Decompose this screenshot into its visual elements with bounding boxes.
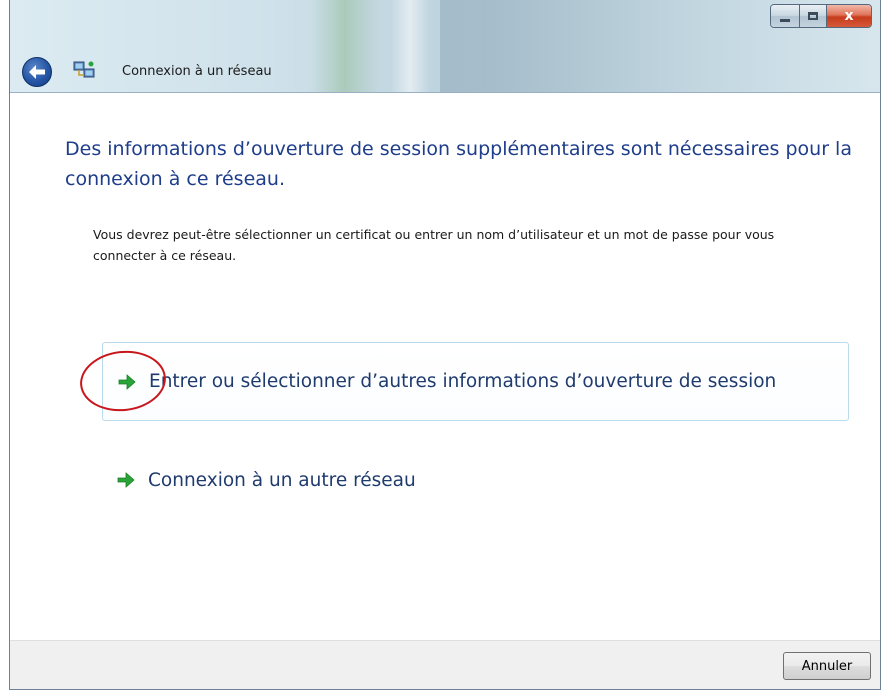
window-controls: x <box>770 4 872 28</box>
option-label: Connexion à un autre réseau <box>148 469 416 491</box>
minimize-button[interactable] <box>771 5 800 27</box>
maximize-icon <box>808 12 818 20</box>
enter-credentials-option[interactable]: Entrer ou sélectionner d’autres informat… <box>102 342 849 421</box>
close-icon: x <box>844 8 854 24</box>
window-title: Connexion à un réseau <box>122 64 272 79</box>
cancel-button[interactable]: Annuler <box>783 652 871 680</box>
description-text: Vous devrez peut-être sélectionner un ce… <box>93 227 775 263</box>
main-heading: Des informations d’ouverture de session … <box>65 138 852 190</box>
option-label: Entrer ou sélectionner d’autres informat… <box>149 371 777 392</box>
green-arrow-icon <box>117 472 135 488</box>
connect-other-network-option[interactable]: Connexion à un autre réseau <box>102 450 849 510</box>
minimize-icon <box>780 18 790 22</box>
dialog-footer: Annuler <box>10 640 880 689</box>
back-button[interactable] <box>22 57 52 87</box>
network-icon <box>73 61 95 78</box>
close-button[interactable]: x <box>827 5 871 27</box>
dialog-window: x Connexion à un réseau Des informations… <box>9 0 881 690</box>
green-arrow-icon <box>118 373 136 390</box>
maximize-button[interactable] <box>800 5 827 27</box>
content-area: Des informations d’ouverture de session … <box>10 92 880 641</box>
navigation-bar: Connexion à un réseau <box>10 52 880 92</box>
back-arrow-icon <box>29 65 45 79</box>
